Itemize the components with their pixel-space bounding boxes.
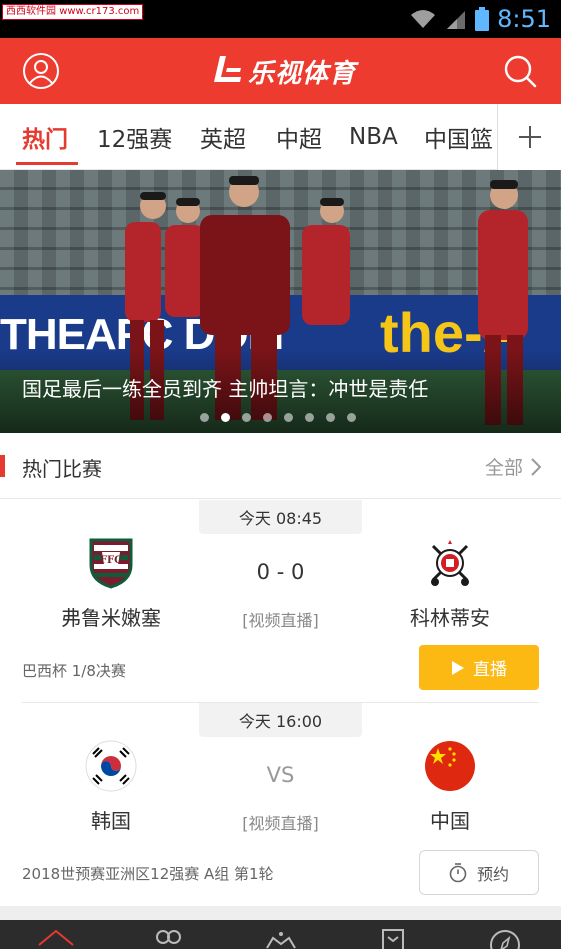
away-team[interactable]: 中国 bbox=[365, 739, 535, 834]
carousel-dot[interactable] bbox=[305, 413, 314, 422]
search-icon bbox=[504, 55, 537, 88]
match-time: 今天 08:45 bbox=[199, 500, 362, 534]
nav-home[interactable] bbox=[0, 920, 112, 949]
match-card[interactable]: 今天 08:45 FFC 弗鲁米嫩塞 0 - 0 [视频直播] 科林蒂安 巴西杯… bbox=[0, 500, 561, 703]
carousel-dot[interactable] bbox=[221, 413, 230, 422]
home-team[interactable]: FFC 弗鲁米嫩塞 bbox=[26, 536, 196, 631]
tab-cba[interactable]: 中国篮 bbox=[424, 104, 493, 170]
fluminense-crest-icon: FFC bbox=[84, 536, 138, 590]
letv-logo-icon bbox=[214, 56, 241, 82]
tab-nba[interactable]: NBA bbox=[349, 104, 398, 170]
tab-premier-league[interactable]: 英超 bbox=[200, 104, 246, 170]
league-info: 2018世预赛亚洲区12强赛 A组 第1轮 bbox=[22, 865, 274, 883]
watermark: 西西软件园 www.cr173.com bbox=[2, 4, 144, 20]
logo-text: 乐视体育 bbox=[248, 58, 357, 89]
home-icon bbox=[38, 929, 74, 946]
section-accent-bar bbox=[0, 455, 5, 477]
category-tabs: 热门 12强赛 英超 中超 NBA 中国篮 bbox=[0, 104, 561, 170]
watermark-url: www.cr173.com bbox=[59, 6, 140, 17]
search-button[interactable] bbox=[500, 51, 540, 91]
tab-csl[interactable]: 中超 bbox=[276, 104, 322, 170]
carousel-dot[interactable] bbox=[200, 413, 209, 422]
watermark-site: 西西软件园 bbox=[6, 6, 56, 17]
carousel-dot[interactable] bbox=[326, 413, 335, 422]
match-vs: VS bbox=[266, 763, 295, 787]
carousel-dot[interactable] bbox=[263, 413, 272, 422]
banner-title: 国足最后一练全员到齐 主帅坦言：冲世是责任 bbox=[22, 377, 429, 401]
chevron-right-icon bbox=[531, 457, 541, 476]
status-bar: 西西软件园 www.cr173.com 8:51 bbox=[0, 0, 561, 38]
stopwatch-icon bbox=[449, 862, 467, 882]
korea-flag-icon bbox=[84, 739, 138, 793]
watch-live-button[interactable]: 直播 bbox=[419, 645, 539, 690]
bottom-nav bbox=[0, 920, 561, 949]
app-logo: 乐视体育 bbox=[210, 54, 357, 89]
match-score: 0 - 0 bbox=[256, 560, 305, 584]
broadcast-tag: [视频直播] bbox=[242, 611, 319, 630]
league-info: 巴西杯 1/8决赛 bbox=[22, 662, 126, 680]
home-team[interactable]: 韩国 bbox=[26, 739, 196, 834]
signal-icon bbox=[447, 11, 466, 29]
app-header: 乐视体育 bbox=[0, 38, 561, 104]
book-reminder-button[interactable]: 预约 bbox=[419, 850, 539, 895]
clock: 8:51 bbox=[497, 5, 551, 33]
nav-discover[interactable] bbox=[224, 920, 336, 949]
china-flag-icon bbox=[423, 739, 477, 793]
carousel-dots bbox=[200, 413, 356, 422]
plus-icon bbox=[518, 126, 541, 148]
battery-icon bbox=[475, 7, 490, 31]
corinthians-crest-icon bbox=[423, 536, 477, 590]
nav-community[interactable] bbox=[112, 920, 224, 949]
home-team-name: 弗鲁米嫩塞 bbox=[61, 606, 161, 630]
user-button[interactable] bbox=[21, 51, 61, 91]
nav-calendar[interactable] bbox=[337, 920, 449, 949]
away-team-name: 中国 bbox=[430, 809, 470, 833]
carousel-dot[interactable] bbox=[284, 413, 293, 422]
hero-banner[interactable]: THEAFC DOM the-A bbox=[0, 170, 561, 433]
carousel-dot[interactable] bbox=[242, 413, 251, 422]
match-card[interactable]: 今天 16:00 韩国 VS [视频直播] 中国 2018世预赛亚洲区12强赛 … bbox=[0, 703, 561, 906]
wifi-icon bbox=[411, 10, 436, 28]
status-icons: 8:51 bbox=[409, 0, 551, 38]
group-icon bbox=[156, 930, 182, 944]
away-team[interactable]: 科林蒂安 bbox=[365, 536, 535, 631]
section-title: 热门比赛 bbox=[22, 457, 102, 481]
nav-explore[interactable] bbox=[449, 920, 561, 949]
add-tab-button[interactable] bbox=[497, 104, 561, 170]
watch-live-label: 直播 bbox=[473, 660, 507, 680]
tab-12-qualifiers[interactable]: 12强赛 bbox=[97, 104, 172, 170]
broadcast-tag: [视频直播] bbox=[242, 814, 319, 833]
match-time: 今天 16:00 bbox=[199, 703, 362, 737]
carousel-dot[interactable] bbox=[347, 413, 356, 422]
section-gap bbox=[0, 906, 561, 920]
away-team-name: 科林蒂安 bbox=[410, 606, 490, 630]
crown-icon bbox=[265, 932, 296, 949]
hot-matches-header: 热门比赛 全部 bbox=[0, 433, 561, 499]
view-all-label: 全部 bbox=[484, 457, 523, 479]
home-team-name: 韩国 bbox=[91, 809, 131, 833]
svg-text:FFC: FFC bbox=[100, 555, 122, 566]
book-reminder-label: 预约 bbox=[476, 864, 509, 884]
calendar-icon bbox=[381, 929, 404, 949]
active-tab-indicator bbox=[16, 162, 78, 165]
view-all-link[interactable]: 全部 bbox=[485, 453, 541, 480]
play-icon bbox=[452, 660, 464, 675]
user-icon bbox=[23, 53, 59, 89]
tab-hot[interactable]: 热门 bbox=[22, 104, 68, 170]
compass-icon bbox=[489, 930, 520, 949]
